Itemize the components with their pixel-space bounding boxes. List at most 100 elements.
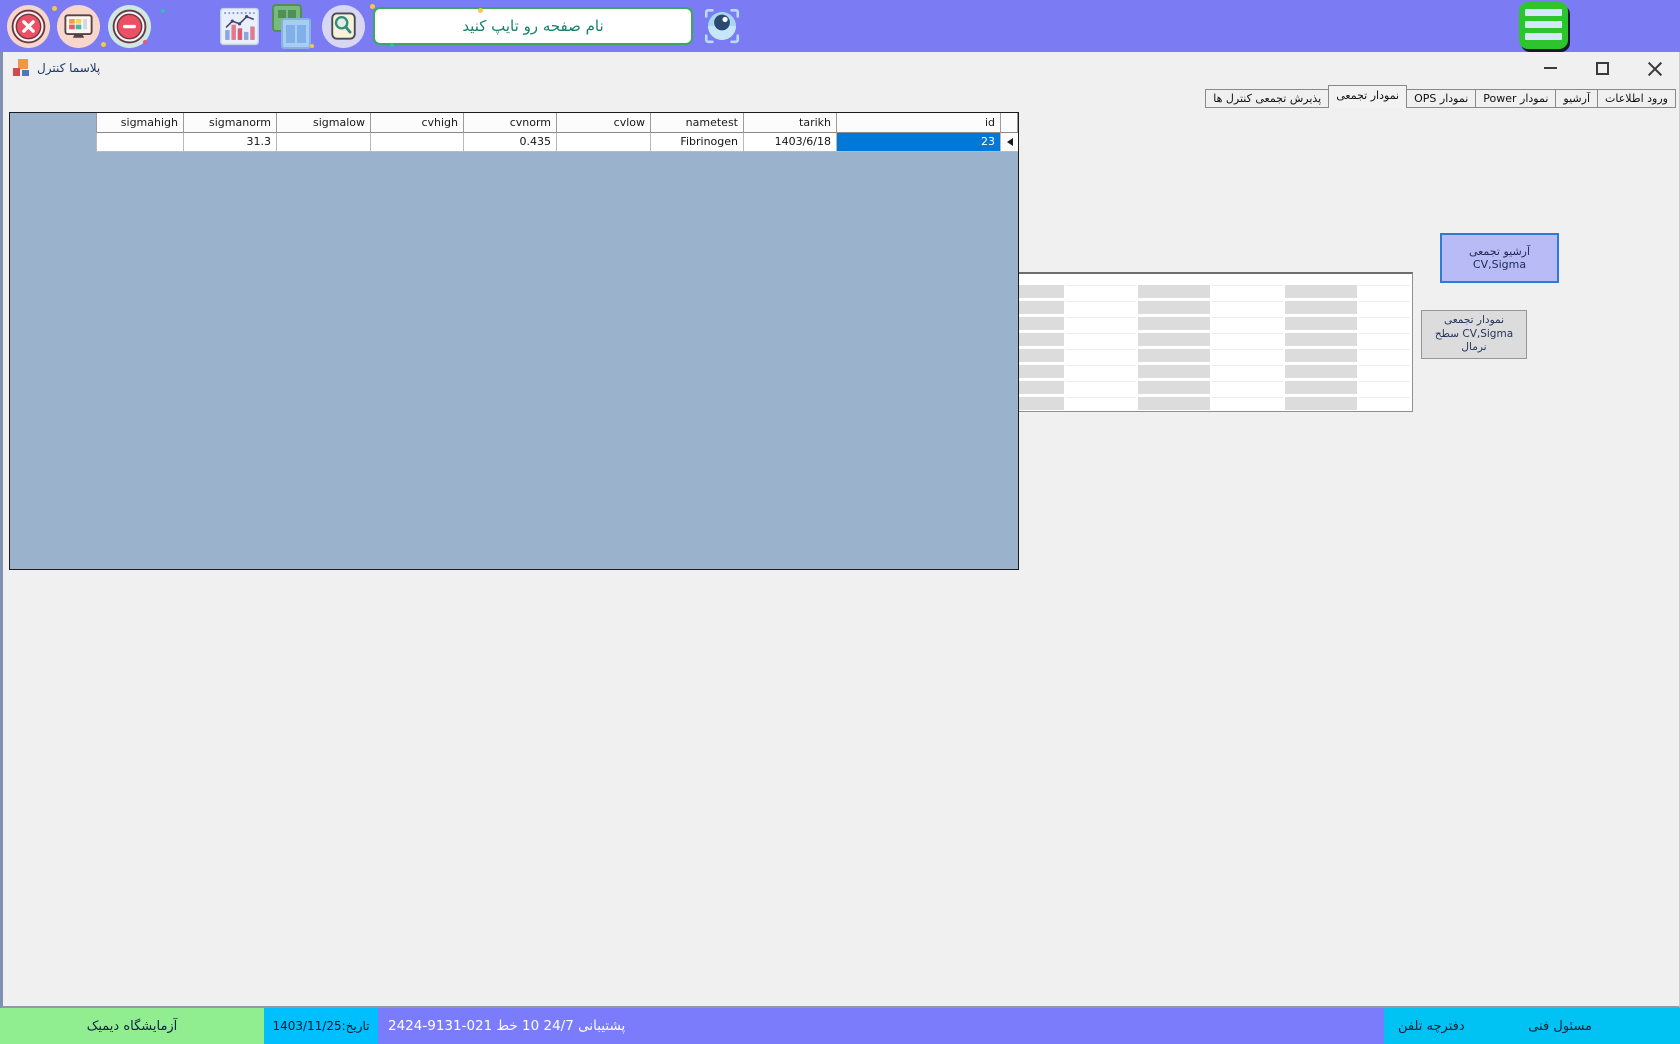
side-table-row xyxy=(964,317,1412,333)
side-table-cell xyxy=(1064,349,1136,362)
side-table-row xyxy=(964,365,1412,381)
page-name-input[interactable] xyxy=(373,7,693,45)
row-header[interactable] xyxy=(1001,133,1018,152)
side-table-cell xyxy=(1064,381,1136,394)
cell-tarikh[interactable]: 1403/6/18 xyxy=(744,133,837,152)
tab-cumulative-chart[interactable]: نمودار تجمعی xyxy=(1328,85,1407,108)
side-table-cell xyxy=(1283,285,1357,298)
column-header-sigmalow[interactable]: sigmalow xyxy=(277,113,371,133)
bar-chart-image-icon xyxy=(218,5,261,48)
screenshot-monitor-button[interactable] xyxy=(56,4,101,49)
side-table-cell xyxy=(1136,397,1210,410)
side-table-cell xyxy=(1210,349,1283,362)
side-table-cell xyxy=(1136,301,1210,314)
side-table-cell xyxy=(1210,397,1283,410)
status-bar: آزمایشگاه دیمیک تاریخ:1403/11/25 پشتیبان… xyxy=(0,1008,1680,1044)
cell-cvnorm[interactable]: 0.435 xyxy=(464,133,557,152)
close-circle-icon xyxy=(6,4,51,49)
confetti-dot xyxy=(370,4,375,9)
side-table-cell xyxy=(1357,317,1410,330)
side-table-cell xyxy=(1210,317,1283,330)
lab-name-section: آزمایشگاه دیمیک xyxy=(0,1008,264,1044)
side-table[interactable] xyxy=(963,272,1413,412)
side-table-cell xyxy=(1357,285,1410,298)
cell-id-selected[interactable]: 23 xyxy=(837,133,1001,152)
confetti-dot xyxy=(52,6,57,11)
side-table-cell xyxy=(1064,301,1136,314)
table-row[interactable]: 31.3 0.435 Fibrinogen 1403/6/18 23 xyxy=(96,133,1018,152)
side-table-cell xyxy=(1064,333,1136,346)
results-grid[interactable]: sigmahigh sigmanorm sigmalow cvhigh cvno… xyxy=(9,112,1019,570)
cell-nametest[interactable]: Fibrinogen xyxy=(651,133,744,152)
windows-overlap-button[interactable] xyxy=(266,3,314,51)
side-table-cell xyxy=(1283,317,1357,330)
cell-cvhigh[interactable] xyxy=(371,133,464,152)
column-header-cvlow[interactable]: cvlow xyxy=(557,113,651,133)
side-table-cell xyxy=(1283,397,1357,410)
grid-corner-cell xyxy=(1001,113,1018,133)
cell-sigmalow[interactable] xyxy=(277,133,371,152)
cell-sigmahigh[interactable] xyxy=(96,133,184,152)
side-table-row xyxy=(964,285,1412,301)
maximize-button[interactable] xyxy=(1587,56,1617,80)
side-table-cell xyxy=(1064,365,1136,378)
tab-cumulative-acceptance[interactable]: پذیرش تجمعی کنترل ها xyxy=(1205,89,1329,108)
side-table-row xyxy=(964,397,1412,412)
side-table-cell xyxy=(1283,301,1357,314)
side-table-cell xyxy=(1357,381,1410,394)
eye-capture-button[interactable] xyxy=(701,5,743,47)
phonebook-link[interactable]: دفترچه تلفن xyxy=(1398,1019,1465,1034)
minimize-button[interactable] xyxy=(1535,56,1565,80)
tab-archive[interactable]: آرشیو xyxy=(1555,89,1598,108)
side-table-cell xyxy=(1283,381,1357,394)
side-table-rows xyxy=(964,285,1412,412)
side-table-cell xyxy=(1210,301,1283,314)
bar-chart-image-button[interactable] xyxy=(218,5,261,48)
confetti-dot xyxy=(101,42,106,47)
cumulative-chart-normal-button[interactable]: نمودار تجمعی CV,Sigma سطح نرمال xyxy=(1421,310,1527,359)
side-table-cell xyxy=(1283,333,1357,346)
eye-capture-icon xyxy=(701,5,743,47)
side-table-cell xyxy=(1064,397,1136,410)
close-button[interactable] xyxy=(1639,56,1669,80)
side-table-cell xyxy=(1064,317,1136,330)
technical-manager-link[interactable]: مسئول فنی xyxy=(1528,1019,1592,1034)
column-header-sigmahigh[interactable]: sigmahigh xyxy=(96,113,184,133)
grid-header-row: sigmahigh sigmanorm sigmalow cvhigh cvno… xyxy=(96,113,1018,133)
date-section: تاریخ:1403/11/25 xyxy=(264,1008,378,1044)
side-table-cell xyxy=(1136,317,1210,330)
tab-ops-chart[interactable]: نمودار OPS xyxy=(1406,89,1476,108)
close-icon xyxy=(1647,61,1662,76)
column-header-nametest[interactable]: nametest xyxy=(651,113,744,133)
close-circle-button[interactable] xyxy=(6,4,51,49)
side-table-cell xyxy=(1283,365,1357,378)
side-table-cell xyxy=(1357,365,1410,378)
confetti-dot xyxy=(310,44,314,48)
side-table-cell xyxy=(1136,333,1210,346)
side-table-row xyxy=(964,333,1412,349)
side-table-cell xyxy=(1210,381,1283,394)
magnifier-image-icon xyxy=(321,4,366,49)
column-header-sigmanorm[interactable]: sigmanorm xyxy=(184,113,277,133)
column-header-tarikh[interactable]: tarikh xyxy=(744,113,837,133)
hamburger-menu-button[interactable] xyxy=(1519,2,1568,49)
tab-power-chart[interactable]: نمودار Power xyxy=(1475,89,1556,108)
tab-data-entry[interactable]: ورود اطلاعات xyxy=(1597,89,1676,108)
side-table-cell xyxy=(1136,285,1210,298)
cell-sigmanorm[interactable]: 31.3 xyxy=(184,133,277,152)
side-table-cell xyxy=(1136,349,1210,362)
cell-cvlow[interactable] xyxy=(557,133,651,152)
column-header-cvhigh[interactable]: cvhigh xyxy=(371,113,464,133)
side-table-cell xyxy=(1283,349,1357,362)
side-table-cell xyxy=(1210,365,1283,378)
side-table-cell xyxy=(1210,285,1283,298)
side-table-row xyxy=(964,349,1412,365)
cumulative-archive-button[interactable]: آرشیو تجمعی CV,Sigma xyxy=(1440,233,1559,283)
links-section: مسئول فنی دفترچه تلفن xyxy=(1384,1008,1680,1044)
column-header-cvnorm[interactable]: cvnorm xyxy=(464,113,557,133)
app-window: پلاسما کنترل ورود اطلاعات آرشیو نمودار P… xyxy=(0,52,1680,1008)
windows-overlap-icon xyxy=(266,3,314,51)
column-header-id[interactable]: id xyxy=(837,113,1001,133)
minimize-icon xyxy=(1544,67,1557,69)
magnifier-image-button[interactable] xyxy=(321,4,366,49)
